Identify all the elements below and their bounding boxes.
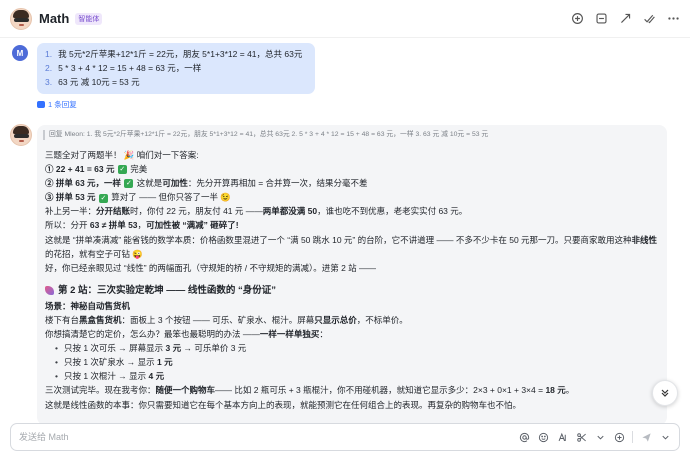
more-icon[interactable] xyxy=(666,12,680,26)
answer-2: ② 拼单 63 元，一样 ✓ 这就是可加性：先分开算再相加 = 合并算一次，结果… xyxy=(45,178,368,189)
tasks-icon[interactable] xyxy=(642,12,656,26)
check-icon: ✓ xyxy=(117,165,127,175)
chevron-down-icon[interactable] xyxy=(659,431,671,443)
answer-3: ③ 拼单 53 元 ✓ 算对了 —— 但你只答了一半 😉 xyxy=(45,192,231,203)
toolbar-divider xyxy=(632,431,633,443)
reply-icon xyxy=(37,101,45,108)
list-item: 只按 1 次可乐 → 屏幕显示 3 元 → 可乐单价 3 元 xyxy=(55,341,659,355)
list-text: 5 * 3 + 4 * 12 = 15 + 48 = 63 元，一样 xyxy=(58,63,202,74)
chat-title[interactable]: Math xyxy=(39,11,69,26)
history-icon[interactable] xyxy=(570,12,584,26)
user-message-bubble: 1. 我 5元*2斤苹果+12*1斤 = 22元，朋友 5*1+3*12 = 41… xyxy=(37,43,315,94)
list-item: 2. 5 * 3 + 4 * 12 = 15 + 48 = 63 元，一样 xyxy=(45,61,307,75)
list-number: 2. xyxy=(45,63,53,74)
at-mention-icon[interactable] xyxy=(518,431,530,443)
send-icon[interactable] xyxy=(640,431,652,443)
emoji-icon[interactable] xyxy=(537,431,549,443)
message-composer xyxy=(10,423,680,451)
bot-avatar[interactable] xyxy=(10,7,32,30)
scroll-to-bottom-button[interactable] xyxy=(652,380,678,406)
scene-line: 场景：神秘自动售货机 xyxy=(45,300,131,311)
quoted-reply[interactable]: 回复 Mleon: 1. 我 5元*2斤苹果+12*1斤 = 22元，朋友 5*… xyxy=(43,130,659,140)
header-actions xyxy=(570,12,680,26)
supplement-line: 补上另一半：分开结账时，你付 22 元，朋友付 41 元 ——两单都没满 50，… xyxy=(45,206,468,217)
avatar-mouth xyxy=(19,140,24,142)
rocket-icon xyxy=(45,285,54,295)
answer-1: ① 22 + 41 = 63 元 ✓ 完美 xyxy=(45,164,148,175)
list-item: 3. 63 元 减 10元 = 53 元 xyxy=(45,75,307,89)
agent-badge: 智能体 xyxy=(75,12,103,25)
pin-icon[interactable] xyxy=(594,12,608,26)
chat-header: Math 智能体 xyxy=(0,0,690,38)
transition-line: 好，你已经亲眼见过 “线性” 的两幅面孔（守规矩的桥 / 不守规矩的满减）。进第… xyxy=(45,262,377,273)
cut-off-line: 这就是线性函数的本事：你只需要知道它在每个基本方向上的表现，就能预测它在任何组合… xyxy=(45,399,522,410)
avatar-glasses xyxy=(14,17,29,22)
avatar-mouth xyxy=(19,23,24,26)
double-chevron-down-icon xyxy=(661,389,669,397)
chevron-down-icon[interactable] xyxy=(594,431,606,443)
bot-message-avatar[interactable] xyxy=(10,124,32,146)
final-line: 三次测试完毕。现在我考你：随便一个购物车—— 比如 2 瓶可乐 + 3 瓶棍汁，… xyxy=(45,385,575,396)
list-item: 1. 我 5元*2斤苹果+12*1斤 = 22元，朋友 5*1+3*12 = 41… xyxy=(45,47,307,61)
share-icon[interactable] xyxy=(618,12,632,26)
list-text: 我 5元*2斤苹果+12*1斤 = 22元，朋友 5*1+3*12 = 41，总… xyxy=(58,49,303,59)
format-icon[interactable] xyxy=(556,431,568,443)
section-heading: 第 2 站：三次实验定乾坤 —— 线性函数的 “身份证” xyxy=(45,283,659,299)
avatar-hair xyxy=(13,126,29,134)
composer-tools xyxy=(518,431,671,443)
list-text: 63 元 减 10元 = 53 元 xyxy=(58,77,140,88)
avatar-glasses xyxy=(14,134,29,138)
list-number: 3. xyxy=(45,77,53,88)
list-number: 1. xyxy=(45,49,53,59)
reply-count: 1 条回复 xyxy=(48,100,77,109)
bot-message-card: 回复 Mleon: 1. 我 5元*2斤苹果+12*1斤 = 22元，朋友 5*… xyxy=(37,125,667,425)
check-icon: ✓ xyxy=(98,193,108,203)
scissors-icon[interactable] xyxy=(575,431,587,443)
list-item: 只按 1 次棍汁 → 显示 4 元 xyxy=(55,369,659,383)
add-icon[interactable] xyxy=(613,431,625,443)
message-input[interactable] xyxy=(19,432,518,442)
question-line: 你想搞清楚它的定价，怎么办？最笨也最聪明的办法 ——一样一样单独买： xyxy=(45,329,328,340)
thread-replies-link[interactable]: 1 条回复 xyxy=(37,99,77,110)
list-item: 只按 1 次矿泉水 → 显示 1 元 xyxy=(55,355,659,369)
user-avatar[interactable]: M xyxy=(12,45,28,61)
description-line: 楼下有台黑盒售货机：面板上 3 个按钮 —— 可乐、矿泉水、棍汁。屏幕只显示总价… xyxy=(45,314,408,325)
check-icon: ✓ xyxy=(124,179,134,189)
bullet-list: 只按 1 次可乐 → 屏幕显示 3 元 → 可乐单价 3 元 只按 1 次矿泉水… xyxy=(45,341,659,383)
explanation-paragraph: 这就是 “拼单凑满减” 能省钱的数学本质：价格函数里混进了一个 “满 50 跳水… xyxy=(45,234,658,259)
conclusion-line: 所以：分开 63 ≠ 拼单 53，可加性被 “满减” 砸碎了! xyxy=(45,220,239,231)
intro-line: 三题全对了两题半！ 🎉 咱们对一下答案: xyxy=(45,150,199,160)
avatar-hair xyxy=(13,9,29,18)
